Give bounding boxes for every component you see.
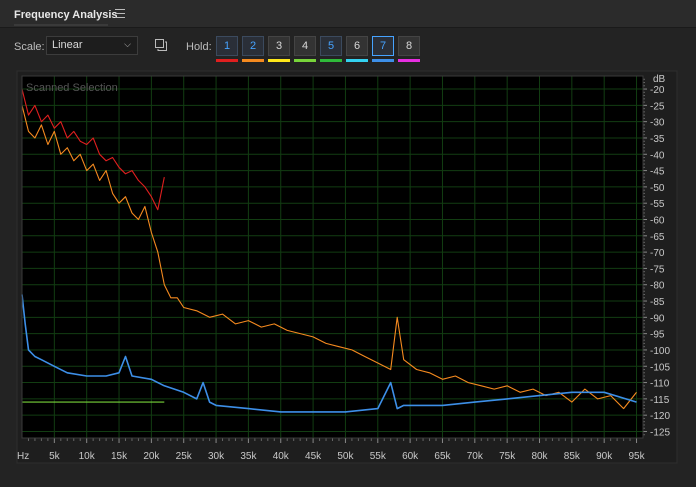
hold-color-swatch-3	[268, 59, 290, 62]
y-unit-label: dB	[653, 74, 666, 85]
x-tick-label: 25k	[176, 451, 193, 462]
frequency-chart[interactable]: -20 -25 -30 -35 -40 -45 -50 -55 -60 -65 -70 -75 -80 -…	[0, 68, 696, 487]
y-tick-label: -125	[650, 427, 670, 438]
scale-select[interactable]: Linear ⌵	[46, 36, 138, 55]
y-tick-label: -100	[650, 346, 670, 357]
x-tick-label: 40k	[273, 451, 290, 462]
scanned-selection-label: Scanned Selection	[26, 82, 118, 94]
hold-label: Hold:	[186, 41, 212, 53]
hold-color-swatch-7	[372, 59, 394, 62]
hold-button-3[interactable]: 3	[268, 36, 290, 56]
scale-label: Scale:	[14, 41, 45, 53]
x-tick-label: 55k	[370, 451, 387, 462]
x-tick-label: 90k	[596, 451, 613, 462]
y-tick-label: -40	[650, 150, 665, 161]
y-tick-label: -30	[650, 118, 665, 129]
x-tick-label: 45k	[305, 451, 322, 462]
y-tick-label: -95	[650, 330, 665, 341]
hold-color-swatch-6	[346, 59, 368, 62]
toolbar: Scale: Linear ⌵ Hold: 12345678	[0, 30, 696, 66]
x-tick-label: 5k	[49, 451, 61, 462]
hold-button-8[interactable]: 8	[398, 36, 420, 56]
x-tick-label: 20k	[143, 451, 160, 462]
y-tick-label: -55	[650, 199, 665, 210]
x-tick-label: 95k	[628, 451, 645, 462]
scale-select-value: Linear	[52, 39, 83, 51]
hold-button-6[interactable]: 6	[346, 36, 368, 56]
plot-area	[22, 76, 643, 438]
x-tick-label: 50k	[337, 451, 354, 462]
hold-color-swatch-2	[242, 59, 264, 62]
x-tick-label: 80k	[531, 451, 548, 462]
hold-button-1[interactable]: 1	[216, 36, 238, 56]
x-tick-label: 15k	[111, 451, 128, 462]
y-tick-label: -115	[650, 395, 670, 406]
y-tick-label: -35	[650, 134, 665, 145]
hold-color-swatch-8	[398, 59, 420, 62]
copy-to-clipboard-icon[interactable]	[155, 39, 167, 51]
x-tick-label: 65k	[434, 451, 451, 462]
y-tick-label: -80	[650, 281, 665, 292]
panel-title-underline	[14, 24, 108, 26]
hold-color-swatch-4	[294, 59, 316, 62]
hold-color-swatch-1	[216, 59, 238, 62]
y-tick-label: -120	[650, 411, 670, 422]
frequency-chart-svg: -20 -25 -30 -35 -40 -45 -50 -55 -60 -65 -70 -75 -80 -…	[16, 70, 678, 464]
y-tick-label: -65	[650, 232, 665, 243]
x-tick-label: 70k	[467, 451, 484, 462]
y-tick-label: -70	[650, 248, 665, 259]
x-tick-label: 30k	[208, 451, 225, 462]
y-tick-label: -25	[650, 101, 665, 112]
y-tick-label: -105	[650, 362, 670, 373]
hamburger-menu-icon[interactable]	[115, 9, 125, 18]
hold-color-swatch-5	[320, 59, 342, 62]
y-tick-label: -75	[650, 264, 665, 275]
x-tick-label: 35k	[240, 451, 257, 462]
y-tick-label: -20	[650, 85, 665, 96]
y-tick-label: -85	[650, 297, 665, 308]
y-tick-label: -110	[650, 379, 670, 390]
hold-button-7[interactable]: 7	[372, 36, 394, 56]
hold-button-2[interactable]: 2	[242, 36, 264, 56]
panel-header: Frequency Analysis	[0, 0, 696, 28]
x-tick-label: 10k	[79, 451, 96, 462]
y-tick-label: -60	[650, 215, 665, 226]
x-unit-label: Hz	[17, 451, 29, 462]
y-tick-label: -50	[650, 183, 665, 194]
panel-title: Frequency Analysis	[14, 9, 118, 21]
x-tick-label: 60k	[402, 451, 419, 462]
y-tick-label: -90	[650, 313, 665, 324]
x-tick-label: 75k	[499, 451, 516, 462]
y-tick-label: -45	[650, 167, 665, 178]
chevron-down-icon: ⌵	[124, 39, 131, 49]
hold-button-4[interactable]: 4	[294, 36, 316, 56]
hold-button-5[interactable]: 5	[320, 36, 342, 56]
x-tick-label: 85k	[564, 451, 581, 462]
